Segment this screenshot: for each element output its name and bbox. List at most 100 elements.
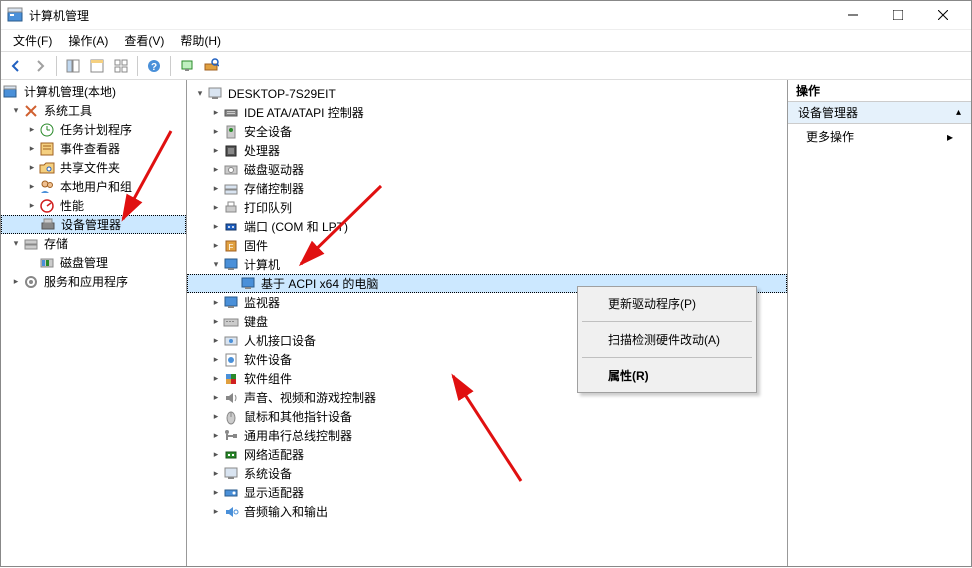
menu-file[interactable]: 文件(F) [5,30,60,51]
expander-icon[interactable]: ▾ [209,258,223,272]
device-icon [223,447,239,463]
tree-system-tools[interactable]: ▾ 系统工具 [1,101,186,120]
device-manager-label: 设备管理器 [59,216,121,233]
maximize-button[interactable] [875,1,920,30]
tree-local-users[interactable]: ▸ 本地用户和组 [1,177,186,196]
device-category[interactable]: ▸打印队列 [187,198,787,217]
refresh-button[interactable] [176,55,198,77]
device-icon [223,143,239,159]
device-computer-label: 计算机 [242,256,280,273]
tree-device-manager[interactable]: 设备管理器 [1,215,186,234]
expander-icon[interactable]: ▸ [209,486,223,500]
expander-icon[interactable]: ▸ [209,315,223,329]
expander-icon[interactable]: ▸ [209,429,223,443]
menu-action[interactable]: 操作(A) [60,30,116,51]
device-category-label: 通用串行总线控制器 [242,427,352,444]
help-button[interactable]: ? [143,55,165,77]
device-category[interactable]: ▸系统设备 [187,464,787,483]
device-category[interactable]: ▸鼠标和其他指针设备 [187,407,787,426]
expander-icon[interactable]: ▸ [25,123,39,137]
expander-icon[interactable]: ▸ [209,353,223,367]
device-category[interactable]: ▸端口 (COM 和 LPT) [187,217,787,236]
expander-icon[interactable]: ▾ [9,237,23,251]
event-icon [39,141,55,157]
device-category[interactable]: ▸网络适配器 [187,445,787,464]
close-button[interactable] [920,1,965,30]
wrench-icon [23,103,39,119]
expander-icon[interactable]: ▸ [209,391,223,405]
menu-view[interactable]: 查看(V) [116,30,172,51]
back-button[interactable] [5,55,27,77]
device-category-label: 安全设备 [242,123,292,140]
expander-icon[interactable]: ▸ [25,199,39,213]
ctx-properties[interactable]: 属性(R) [580,361,754,390]
actions-section[interactable]: 设备管理器 ▴ [788,102,971,124]
tree-storage[interactable]: ▾ 存储 [1,234,186,253]
expander-icon[interactable]: ▸ [209,448,223,462]
tree-services[interactable]: ▸ 服务和应用程序 [1,272,186,291]
app-window: 计算机管理 文件(F) 操作(A) 查看(V) 帮助(H) ? [0,0,972,567]
device-category-label: 软件组件 [242,370,292,387]
tree-root[interactable]: 计算机管理(本地) [1,82,186,101]
device-category[interactable]: ▸F固件 [187,236,787,255]
expander-icon[interactable]: ▸ [25,180,39,194]
scan-button[interactable] [200,55,222,77]
svg-text:F: F [229,243,234,252]
device-root[interactable]: ▾ DESKTOP-7S29EIT [187,84,787,103]
expander-icon[interactable]: ▸ [209,106,223,120]
local-users-label: 本地用户和组 [58,178,132,195]
device-category[interactable]: ▸磁盘驱动器 [187,160,787,179]
tree-disk-mgmt[interactable]: 磁盘管理 [1,253,186,272]
services-icon [23,274,39,290]
menu-help[interactable]: 帮助(H) [172,30,229,51]
expander-icon[interactable]: ▸ [209,410,223,424]
expander-icon[interactable]: ▸ [209,220,223,234]
context-menu[interactable]: 更新驱动程序(P) 扫描检测硬件改动(A) 属性(R) [577,286,757,393]
toolbar: ? [1,52,971,80]
show-hide-button[interactable] [62,55,84,77]
device-category[interactable]: ▸处理器 [187,141,787,160]
expander-icon[interactable]: ▸ [25,142,39,156]
expander-icon[interactable]: ▸ [209,182,223,196]
device-category[interactable]: ▸ 通用串行总线控制器 [187,426,787,445]
expander-icon[interactable]: ▾ [193,87,207,101]
window-title: 计算机管理 [29,7,830,24]
tree-shared-folders[interactable]: ▸ 共享文件夹 [1,158,186,177]
properties-button[interactable] [110,55,132,77]
expander-icon[interactable]: ▸ [9,275,23,289]
device-category[interactable]: ▸存储控制器 [187,179,787,198]
expander-icon[interactable]: ▸ [209,201,223,215]
expander-icon[interactable]: ▾ [9,104,23,118]
device-icon [223,124,239,140]
device-category[interactable]: ▸显示适配器 [187,483,787,502]
chevron-right-icon: ▸ [947,130,953,144]
tree-task-scheduler[interactable]: ▸ 任务计划程序 [1,120,186,139]
device-category-label: 软件设备 [242,351,292,368]
ctx-scan-hardware[interactable]: 扫描检测硬件改动(A) [580,325,754,354]
more-actions[interactable]: 更多操作 ▸ [788,124,971,149]
expander-icon[interactable]: ▸ [209,372,223,386]
device-computer[interactable]: ▾ 计算机 [187,255,787,274]
ctx-update-driver[interactable]: 更新驱动程序(P) [580,289,754,318]
storage-icon [23,236,39,252]
device-category[interactable]: ▸ 安全设备 [187,122,787,141]
expander-icon[interactable]: ▸ [25,161,39,175]
export-button[interactable] [86,55,108,77]
expander-icon[interactable]: ▸ [209,144,223,158]
device-category-label: IDE ATA/ATAPI 控制器 [242,104,364,121]
device-category[interactable]: ▸音频输入和输出 [187,502,787,521]
expander-icon[interactable]: ▸ [209,125,223,139]
expander-icon[interactable]: ▸ [209,163,223,177]
left-tree[interactable]: 计算机管理(本地) ▾ 系统工具 ▸ 任务计划程序 ▸ 事件查看器 [1,80,186,566]
minimize-button[interactable] [830,1,875,30]
expander-icon[interactable]: ▸ [209,467,223,481]
expander-icon[interactable]: ▸ [209,505,223,519]
tree-performance[interactable]: ▸ 性能 [1,196,186,215]
expander-icon[interactable]: ▸ [209,296,223,310]
forward-button[interactable] [29,55,51,77]
expander-icon[interactable]: ▸ [209,239,223,253]
tree-event-viewer[interactable]: ▸ 事件查看器 [1,139,186,158]
device-category[interactable]: ▸ IDE ATA/ATAPI 控制器 [187,103,787,122]
toolbar-separator [56,56,57,76]
expander-icon[interactable]: ▸ [209,334,223,348]
